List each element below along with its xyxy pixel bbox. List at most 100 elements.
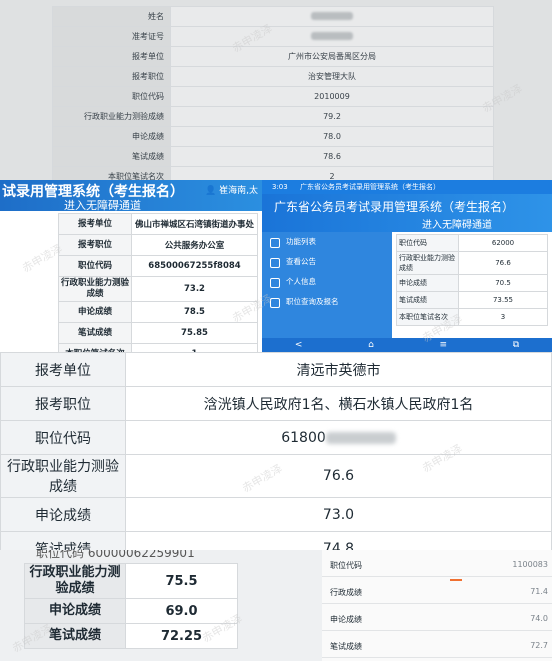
home-icon[interactable]: ⌂ — [368, 338, 374, 352]
row-value-text: 广州市公安局番禺区分局 — [288, 52, 376, 61]
row-value: 76.6 — [458, 251, 548, 275]
row-label: 报考职位 — [58, 234, 132, 256]
row-value: 浛洸镇人民政府1名、横石水镇人民政府1名 — [125, 386, 552, 421]
row-value: 71.4 — [530, 587, 548, 596]
system-header: 试录用管理系统（考生报名） 进入无障碍通道 👤 崔海南,太 — [0, 180, 262, 213]
result-table-5: 行政职业能力测验成绩 75.5 申论成绩 69.0 笔试成绩 72.25 — [24, 563, 238, 649]
list-item: 职位代码 1100083 — [322, 552, 552, 577]
row-value: 76.6 — [125, 454, 552, 498]
list-item: 申论成绩 74.0 — [322, 606, 552, 631]
sidebar-item-profile[interactable]: 个人信息 — [262, 272, 392, 292]
row-label: 职位代码 — [58, 255, 132, 277]
menu-icon[interactable]: ≡ — [439, 338, 447, 352]
table-row: 申论成绩 78.0 — [52, 126, 494, 147]
row-value: 68500067255f8084 — [131, 255, 258, 277]
result-table-4: 报考单位 清远市英德市 报考职位 浛洸镇人民政府1名、横石水镇人民政府1名 职位代码 61… — [0, 352, 552, 550]
table-row: 报考单位 广州市公安局番禺区分局 — [52, 46, 494, 67]
row-label: 行政职业能力测验成绩 — [0, 454, 126, 498]
row-value: 广州市公安局番禺区分局 — [170, 46, 494, 67]
cropped-row: 职位代码 60000062259901 — [36, 550, 195, 560]
row-value-text: 76.6 — [322, 468, 355, 484]
row-value-text: 68500067255f8084 — [148, 261, 241, 271]
browser-tab-title[interactable]: 广东省公务员考试录用管理系统（考生报名） — [300, 183, 440, 191]
row-value-text: 2 — [329, 172, 335, 180]
row-value-text: 75.85 — [181, 328, 208, 338]
result-screenshot-bottom-left: 职位代码 60000062259901 行政职业能力测验成绩 75.5 申论成绩 69… — [0, 550, 322, 661]
accessibility-link[interactable]: 进入无障碍通道 — [422, 216, 492, 231]
row-value-text: 3 — [500, 313, 506, 321]
table-row: 行政职业能力测验成绩 76.6 — [0, 454, 552, 498]
table-row: 行政职业能力测验成绩 79.2 — [52, 106, 494, 127]
row-value: 75.85 — [131, 322, 258, 344]
sidebar-item-functions[interactable]: 功能列表 — [262, 232, 392, 252]
row-value: 治安管理大队 — [170, 66, 494, 87]
row-label: 行政成绩 — [330, 588, 362, 597]
row-label: 笔试成绩 — [58, 322, 132, 344]
status-time: 3:03 — [272, 183, 288, 191]
table-row: 职位代码 68500067255f8084 — [58, 255, 258, 277]
row-label: 行政职业能力测验成绩 — [52, 106, 171, 127]
row-value: 佛山市禅城区石湾镇街道办事处 — [131, 213, 258, 235]
user-menu[interactable]: 👤 崔海南,太 — [205, 183, 258, 196]
tabs-icon[interactable]: ⧉ — [513, 338, 519, 352]
row-label: 职位代码 — [396, 234, 459, 252]
phone-nav-bar: < ⌂ ≡ ⧉ — [262, 338, 552, 352]
table-row: 笔试成绩 78.6 — [52, 146, 494, 167]
table-row: 笔试成绩 72.25 — [24, 623, 238, 649]
table-row: 笔试成绩 75.85 — [58, 322, 258, 344]
row-label: 行政职业能力测验成绩 — [24, 563, 126, 599]
row-value-text: 79.2 — [323, 112, 341, 121]
row-label: 行政职业能力测验成绩 — [396, 251, 459, 275]
row-value: 73.0 — [125, 497, 552, 532]
sidebar-item-jobs[interactable]: 职位查询及报名 — [262, 292, 392, 312]
row-value: 2010009 — [170, 86, 494, 107]
row-label: 笔试成绩 — [0, 531, 126, 550]
row-value: 72.7 — [530, 641, 548, 650]
row-value-text: 2010009 — [314, 92, 350, 101]
table-row: 申论成绩 69.0 — [24, 598, 238, 624]
row-value-text: 70.5 — [495, 279, 511, 287]
row-value: 78.6 — [170, 146, 494, 167]
table-row: 笔试成绩 74.8 — [0, 531, 552, 550]
table-row: 行政职业能力测验成绩 75.5 — [24, 563, 238, 599]
accessibility-link[interactable]: 进入无障碍通道 — [64, 197, 141, 213]
result-table-1: 姓名 准考证号 报考单位 广州市公安局番禺区分局 报考职位 治安管理大队 职位代码 20100… — [52, 6, 494, 180]
row-label: 申论成绩 — [24, 598, 126, 624]
row-value-text: 75.5 — [165, 573, 198, 589]
result-zoom-table: 报考单位 清远市英德市 报考职位 浛洸镇人民政府1名、横石水镇人民政府1名 职位代码 61… — [0, 352, 552, 550]
result-table-3: 职位代码 62000 行政职业能力测验成绩 76.6 申论成绩 70.5 笔试成绩 73.55… — [396, 234, 548, 326]
table-row: 职位代码 2010009 — [52, 86, 494, 107]
row-label: 职位代码 — [0, 420, 126, 455]
row-value-text: 73.55 — [492, 296, 514, 304]
sidebar-item-notices[interactable]: 查看公告 — [262, 252, 392, 272]
table-row: 报考职位 公共服务办公室 — [58, 234, 258, 256]
row-value: 70.5 — [458, 274, 548, 292]
row-value-text: 治安管理大队 — [308, 72, 356, 81]
row-label: 报考单位 — [58, 213, 132, 235]
row-value: 78.0 — [170, 126, 494, 147]
row-value-text: 78.5 — [184, 307, 205, 317]
back-icon[interactable]: < — [295, 338, 303, 352]
row-value: 78.5 — [131, 301, 258, 323]
row-label: 报考职位 — [52, 66, 171, 87]
row-value: 61800 — [125, 420, 552, 455]
table-row: 申论成绩 73.0 — [0, 497, 552, 532]
row-label: 姓名 — [52, 6, 171, 27]
row-label: 职位代码 — [52, 86, 171, 107]
redacted-blur — [311, 31, 353, 40]
row-label: 申论成绩 — [396, 274, 459, 292]
list-item: 笔试成绩 72.7 — [322, 633, 552, 658]
result-screenshot-phone: 3:03 广东省公务员考试录用管理系统（考生报名） 广东省公务员考试录用管理系统… — [262, 180, 552, 352]
row-value-text: 76.6 — [495, 259, 511, 267]
table-row: 申论成绩 78.5 — [58, 301, 258, 323]
table-row: 报考单位 佛山市禅城区石湾镇街道办事处 — [58, 213, 258, 235]
row-label: 本职位笔试名次 — [58, 343, 132, 352]
row-label: 职位代码 — [330, 561, 362, 570]
table-row: 行政职业能力测验成绩 76.6 — [396, 251, 548, 275]
row-value-text: 佛山市禅城区石湾镇街道办事处 — [134, 220, 254, 230]
row-label: 申论成绩 — [330, 615, 362, 624]
system-header: 广东省公务员考试录用管理系统（考生报名） 进入无障碍通道 — [262, 194, 552, 232]
row-value: 79.2 — [170, 106, 494, 127]
row-value-text: 73.2 — [184, 284, 205, 294]
row-value-text: 61800 — [281, 429, 326, 446]
